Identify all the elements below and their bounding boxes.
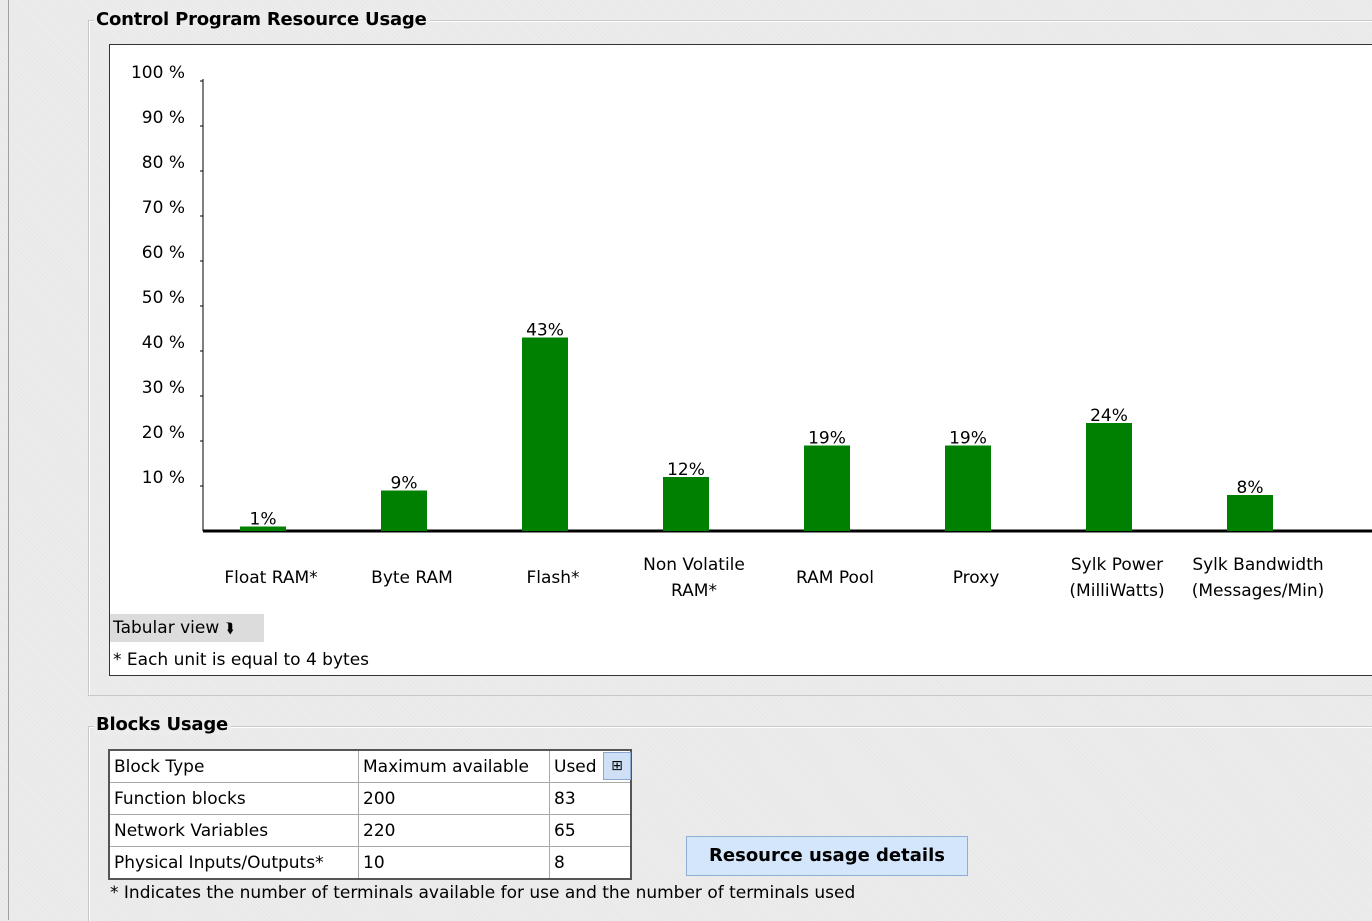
cell-used: 83 xyxy=(549,782,632,815)
bar xyxy=(945,445,991,531)
category-label: Non Volatile xyxy=(643,555,745,575)
y-tick-label: 90 % xyxy=(142,108,185,128)
y-tick-label: 80 % xyxy=(142,153,185,173)
tabular-view-label: Tabular view xyxy=(113,618,220,638)
cell-used: 65 xyxy=(549,814,632,847)
y-tick-label: 40 % xyxy=(142,333,185,353)
category-label: Flash* xyxy=(526,568,579,588)
table-row[interactable]: Physical Inputs/Outputs* 10 8 xyxy=(108,846,632,880)
y-tick-label: 100 % xyxy=(131,63,185,83)
resource-footnote: * Each unit is equal to 4 bytes xyxy=(113,650,370,670)
column-chooser-icon[interactable]: ⊞ xyxy=(603,752,631,780)
y-tick-label: 60 % xyxy=(142,243,185,263)
bar-value-label: 8% xyxy=(1237,478,1264,498)
window-border xyxy=(8,0,9,920)
bar-value-label: 9% xyxy=(391,474,418,494)
bar-value-label: 24% xyxy=(1090,406,1128,426)
column-header-block-type[interactable]: Block Type xyxy=(108,749,359,783)
tabular-view-toggle[interactable]: Tabular view ⮯ xyxy=(110,614,264,642)
category-label: RAM* xyxy=(671,581,717,601)
blocks-footnote: * Indicates the number of terminals avai… xyxy=(110,883,856,903)
cell-block-type: Function blocks xyxy=(108,782,359,815)
bar xyxy=(381,490,427,531)
bar-value-label: 19% xyxy=(949,429,987,449)
table-row[interactable]: Function blocks 200 83 xyxy=(108,782,632,815)
bar xyxy=(663,477,709,531)
category-label: (Messages/Min) xyxy=(1192,581,1325,601)
cell-maximum-available: 200 xyxy=(358,782,550,815)
category-label: Sylk Power xyxy=(1071,555,1163,575)
table-header-row: Block Type Maximum available Used xyxy=(108,749,632,783)
resource-usage-details-button[interactable]: Resource usage details xyxy=(686,836,968,876)
bar-value-label: 43% xyxy=(526,321,564,341)
cell-block-type: Physical Inputs/Outputs* xyxy=(108,846,359,880)
resource-chart-panel: 10 % 20 % 30 % 40 % 50 % 60 % 70 % 80 % 90 % 100 … xyxy=(109,44,1372,676)
y-tick-label: 30 % xyxy=(142,378,185,398)
category-label: (MilliWatts) xyxy=(1069,581,1164,601)
bar xyxy=(1227,495,1273,531)
blocks-usage-table: Block Type Maximum available Used Functi… xyxy=(108,749,632,880)
bar-value-label: 1% xyxy=(250,510,277,530)
bar-value-label: 19% xyxy=(808,429,846,449)
bar xyxy=(1086,423,1132,531)
blocks-usage-title: Blocks Usage xyxy=(94,715,232,735)
category-label: Float RAM* xyxy=(224,568,317,588)
category-label: Proxy xyxy=(953,568,1000,588)
bar-value-label: 12% xyxy=(667,460,705,480)
cell-maximum-available: 220 xyxy=(358,814,550,847)
category-label: RAM Pool xyxy=(796,568,874,588)
category-label: Byte RAM xyxy=(371,568,453,588)
y-tick-label: 10 % xyxy=(142,468,185,488)
y-tick-label: 70 % xyxy=(142,198,185,218)
cell-used: 8 xyxy=(549,846,632,880)
column-header-maximum-available[interactable]: Maximum available xyxy=(358,749,550,783)
cell-maximum-available: 10 xyxy=(358,846,550,880)
bar xyxy=(522,337,568,531)
table-row[interactable]: Network Variables 220 65 xyxy=(108,814,632,847)
cell-block-type: Network Variables xyxy=(108,814,359,847)
double-chevron-down-icon: ⮯ xyxy=(225,621,234,637)
y-tick-label: 50 % xyxy=(142,288,185,308)
y-tick-label: 20 % xyxy=(142,423,185,443)
resource-usage-chart: 10 % 20 % 30 % 40 % 50 % 60 % 70 % 80 % 90 % 100 … xyxy=(131,63,1372,601)
category-label: Sylk Bandwidth xyxy=(1192,555,1323,575)
bar xyxy=(804,445,850,531)
resource-usage-title: Control Program Resource Usage xyxy=(94,10,430,30)
